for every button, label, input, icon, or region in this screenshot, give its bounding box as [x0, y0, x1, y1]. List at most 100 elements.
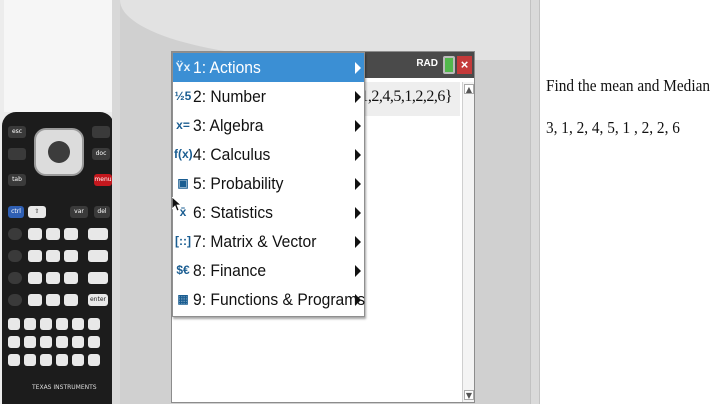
menu-item-number[interactable]: ½5 2: Number [173, 82, 364, 111]
var-key[interactable]: var [70, 206, 88, 218]
number-icon: ½5 [174, 89, 192, 103]
menu-item-label: 9: Functions & Programs [193, 290, 366, 309]
document-title: Find the mean and Median [546, 76, 711, 95]
key-letter[interactable] [56, 318, 68, 330]
key-letter[interactable] [40, 318, 52, 330]
screen-scrollbar[interactable]: ▲ ▼ [462, 82, 474, 402]
functions-programs-icon: ▦ [177, 292, 189, 306]
chevron-right-icon [355, 120, 361, 132]
document-page: Find the mean and Median 3, 1, 2, 4, 5, … [540, 0, 720, 404]
key-minus[interactable] [88, 272, 108, 284]
key-caret[interactable] [8, 250, 22, 262]
key-letter[interactable] [8, 318, 20, 330]
calculator-body: esc doc tab menu ctrl ⇧ var del enter TE… [2, 112, 114, 404]
menu-item-finance[interactable]: $€ 8: Finance [173, 256, 364, 285]
key-letter[interactable] [72, 336, 84, 348]
key-exp[interactable] [8, 272, 22, 284]
key-letter[interactable] [88, 336, 100, 348]
key-letter[interactable] [56, 336, 68, 348]
touchpad[interactable] [34, 128, 84, 176]
calculus-icon: f(x) [174, 147, 193, 161]
key-equals[interactable] [8, 228, 22, 240]
key-decimal[interactable] [46, 294, 60, 306]
menu-item-calculus[interactable]: f(x) 4: Calculus [173, 140, 364, 169]
key-6[interactable] [64, 250, 78, 262]
matrix-icon: [::] [175, 234, 191, 248]
key-divide[interactable] [88, 250, 108, 262]
esc-key[interactable]: esc [8, 126, 26, 138]
key-letter[interactable] [8, 336, 20, 348]
scroll-down-icon[interactable]: ▼ [464, 390, 474, 400]
chevron-right-icon [355, 149, 361, 161]
key-letter[interactable] [8, 354, 20, 366]
key-4[interactable] [28, 250, 42, 262]
enter-key[interactable]: enter [88, 294, 108, 306]
key-letter[interactable] [24, 354, 36, 366]
chevron-right-icon [355, 207, 361, 219]
actions-menu: Ÿx 1: Actions ½5 2: Number x= 3: Algebra… [172, 52, 365, 317]
actions-icon: Ÿx [175, 60, 191, 74]
key-letter[interactable] [88, 354, 100, 366]
brand-logo-text: TEXAS INSTRUMENTS [32, 384, 97, 391]
home-key[interactable] [92, 126, 110, 138]
menu-item-label: 4: Calculus [193, 145, 271, 164]
menu-item-actions[interactable]: Ÿx 1: Actions [173, 53, 364, 82]
menu-item-probability[interactable]: ▣ 5: Probability [173, 169, 364, 198]
key-7[interactable] [28, 228, 42, 240]
key-5[interactable] [46, 250, 60, 262]
algebra-icon: x= [176, 118, 190, 132]
key-paren[interactable] [8, 294, 22, 306]
mouse-pointer-icon [172, 197, 182, 212]
document-data-list: 3, 1, 2, 4, 5, 1 , 2, 2, 6 [546, 118, 680, 137]
key-9[interactable] [64, 228, 78, 240]
menu-key[interactable]: menu [94, 174, 112, 186]
doc-key[interactable]: doc [92, 148, 110, 160]
keypad-scrollbar[interactable] [112, 0, 120, 404]
scroll-up-icon[interactable]: ▲ [464, 84, 474, 94]
keypad-top-area [4, 0, 112, 112]
key-0[interactable] [28, 294, 42, 306]
key-letter[interactable] [40, 354, 52, 366]
tab-key[interactable]: tab [8, 174, 26, 186]
key-letter[interactable] [40, 336, 52, 348]
key-letter[interactable] [72, 354, 84, 366]
menu-item-label: 5: Probability [193, 174, 284, 193]
key-1[interactable] [28, 272, 42, 284]
key-letter[interactable] [24, 318, 36, 330]
key-negative[interactable] [64, 294, 78, 306]
battery-icon [443, 56, 455, 74]
key-8[interactable] [46, 228, 60, 240]
probability-icon: ▣ [177, 176, 189, 190]
chevron-right-icon [355, 91, 361, 103]
finance-icon: $€ [176, 263, 190, 277]
save-key[interactable] [8, 148, 26, 160]
emulator-keypad-panel: esc doc tab menu ctrl ⇧ var del enter TE… [0, 0, 120, 404]
shift-key[interactable]: ⇧ [28, 206, 46, 218]
touchpad-center-button[interactable] [48, 141, 70, 163]
del-key[interactable]: del [94, 206, 110, 218]
chevron-right-icon [355, 265, 361, 277]
menu-item-label: 7: Matrix & Vector [193, 232, 317, 251]
chevron-right-icon [355, 294, 361, 306]
key-letter[interactable] [88, 318, 100, 330]
menu-item-label: 2: Number [193, 87, 267, 106]
key-letter[interactable] [24, 336, 36, 348]
key-2[interactable] [46, 272, 60, 284]
chevron-right-icon [355, 62, 361, 74]
menu-item-matrix-vector[interactable]: [::] 7: Matrix & Vector [173, 227, 364, 256]
menu-item-algebra[interactable]: x= 3: Algebra [173, 111, 364, 140]
menu-item-statistics[interactable]: x̄ 6: Statistics [173, 198, 364, 227]
chevron-right-icon [355, 236, 361, 248]
menu-item-label: 3: Algebra [193, 116, 264, 135]
key-letter[interactable] [72, 318, 84, 330]
angle-mode-label: RAD [416, 58, 438, 69]
key-3[interactable] [64, 272, 78, 284]
key-letter[interactable] [56, 354, 68, 366]
chevron-right-icon [355, 178, 361, 190]
menu-item-label: 6: Statistics [193, 203, 273, 222]
key-multiply[interactable] [88, 228, 108, 240]
document-divider [530, 0, 540, 404]
menu-item-functions-programs[interactable]: ▦ 9: Functions & Programs [173, 285, 366, 314]
close-icon[interactable]: × [457, 56, 472, 74]
ctrl-key[interactable]: ctrl [8, 206, 24, 218]
